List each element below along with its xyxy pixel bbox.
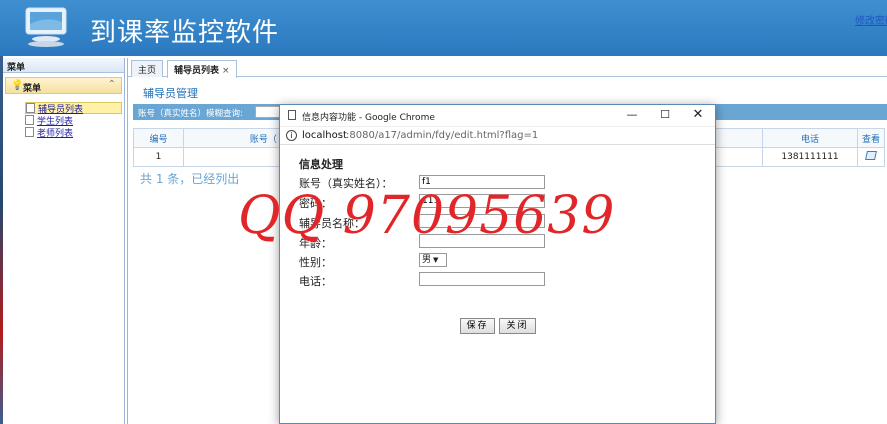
popup-title: 信息内容功能 - Google Chrome (302, 113, 435, 123)
qq-watermark: QQ 97095639 (238, 186, 616, 246)
url-host: localhost (302, 130, 347, 141)
record-count: 共 1 条，已经列出 (140, 172, 240, 186)
sidebar-item-teacher-list[interactable]: 老师列表 (25, 126, 122, 139)
app-title: 到课率监控软件 (90, 18, 280, 48)
cell-phone: 1381111111 (762, 147, 858, 167)
page-icon (288, 110, 296, 120)
tab-label: 辅导员列表 (174, 66, 220, 76)
menu-list: 辅导员列表 学生列表 老师列表 (5, 94, 122, 139)
cell-view (857, 147, 885, 167)
close-icon[interactable]: ✕ (691, 108, 705, 122)
cell-id: 1 (133, 147, 184, 167)
monitor-logo-icon (25, 7, 67, 47)
info-icon[interactable]: i (286, 130, 297, 141)
menu-panel: 💡 菜单 ⌃ 辅导员列表 学生列表 老师列表 (5, 77, 122, 139)
close-button[interactable]: 关闭 (499, 318, 536, 334)
page-title: 辅导员管理 (143, 87, 198, 100)
minimize-icon[interactable]: — (625, 108, 639, 122)
collapse-chevron-icon[interactable]: ⌃ (108, 79, 116, 90)
menu-panel-title: 菜单 (23, 84, 42, 94)
phone-field[interactable] (419, 272, 545, 286)
tab-bar: 主页 辅导员列表 × (128, 58, 887, 78)
search-label: 账号（真实姓名）模糊查询: (138, 109, 243, 119)
app-banner: 到课率监控软件 修改密码 (0, 0, 887, 56)
lightbulb-icon: 💡 (11, 80, 24, 91)
form-title: 信息处理 (299, 158, 343, 171)
sidebar-item-student-list[interactable]: 学生列表 (25, 114, 122, 127)
tab-home[interactable]: 主页 (131, 60, 164, 77)
document-icon (26, 103, 35, 113)
tab-label: 主页 (138, 66, 157, 76)
save-button[interactable]: 保存 (460, 318, 495, 334)
search-input[interactable] (255, 106, 281, 118)
close-tab-icon[interactable]: × (222, 66, 230, 76)
popup-titlebar[interactable]: 信息内容功能 - Google Chrome — ☐ ✕ (280, 105, 715, 127)
document-icon (25, 127, 34, 137)
sidebar-item-counselor-list[interactable]: 辅导员列表 (25, 102, 122, 115)
phone-label: 电话： (299, 275, 332, 288)
left-menu: 菜单 💡 菜单 ⌃ 辅导员列表 学生列表 老师列表 (3, 58, 125, 424)
maximize-icon[interactable]: ☐ (658, 108, 672, 122)
edit-icon[interactable] (865, 151, 877, 160)
sidebar-item-label: 老师列表 (37, 128, 74, 139)
column-header: 查看 (857, 128, 885, 148)
column-header: 编号 (133, 128, 184, 148)
gender-label: 性别： (299, 256, 332, 269)
document-icon (25, 115, 34, 125)
dropdown-arrow-icon: ▼ (433, 256, 439, 264)
column-header: 电话 (762, 128, 858, 148)
tab-counselor-list[interactable]: 辅导员列表 × (167, 60, 237, 78)
edit-popup-window: 信息内容功能 - Google Chrome — ☐ ✕ i localhost… (279, 104, 716, 424)
gender-select[interactable]: 男 ▼ (419, 253, 447, 267)
menu-panel-header[interactable]: 💡 菜单 ⌃ (5, 77, 122, 94)
gender-value: 男 (422, 255, 432, 265)
url-path: :8080/a17/admin/fdy/edit.html?flag=1 (346, 130, 539, 141)
change-password-link[interactable]: 修改密码 (855, 12, 887, 27)
left-menu-header: 菜单 (3, 58, 124, 73)
address-bar[interactable]: i localhost :8080/a17/admin/fdy/edit.htm… (280, 127, 715, 145)
